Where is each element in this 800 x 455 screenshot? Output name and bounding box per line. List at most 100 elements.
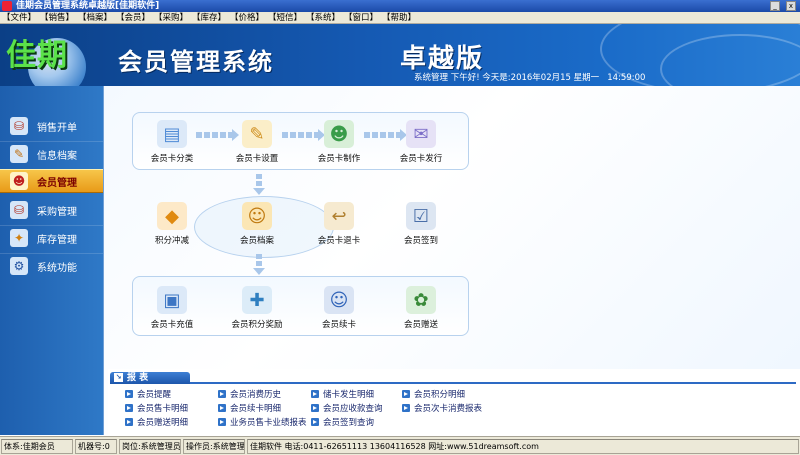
arrow-icon [125,403,133,412]
cart-icon: ⛁ [10,117,28,135]
menu-member[interactable]: 【会员】 [116,13,150,23]
title-bar: 佳期会员管理系统卓越版[佳期软件] _ x [0,0,800,12]
card-issue-icon: ✉ [406,120,436,148]
flow-arrow-down [253,174,265,195]
card-settings-icon: ✎ [242,120,272,148]
report-link[interactable]: 会员消费历史 [218,388,281,400]
tile-card-issue[interactable]: ✉ 会员卡发行 [386,120,456,166]
sidebar-item-member[interactable]: ☻ 会员管理 [0,169,103,193]
menu-inventory[interactable]: 【库存】 [192,13,226,23]
tile-checkin[interactable]: ☑ 会员签到 [386,202,456,248]
tile-label: 积分冲减 [154,236,189,246]
tile-label: 会员续卡 [321,320,356,330]
arrow-icon [125,417,133,426]
reports-title: 报 表 [127,373,149,383]
tile-label: 会员卡发行 [399,154,443,164]
points-reward-icon: ✚ [242,286,272,314]
report-link[interactable]: 会员赠送明细 [125,416,188,428]
arrow-icon [218,389,226,398]
sidebar: ⛁ 销售开单 ✎ 信息档案 ☻ 会员管理 ⛁ 采购管理 ✦ 库存管理 ⚙ 系统功… [0,86,103,435]
card-renew-icon: ☺ [324,286,354,314]
menu-file[interactable]: 【文件】 [2,13,36,23]
tile-label: 会员卡分类 [150,154,194,164]
archive-icon: ✎ [10,145,28,163]
sidebar-item-purchase[interactable]: ⛁ 采购管理 [0,198,103,222]
card-category-icon: ▤ [157,120,187,148]
menu-system[interactable]: 【系统】 [306,13,340,23]
sidebar-item-archive[interactable]: ✎ 信息档案 [0,142,103,166]
tile-points-deduct[interactable]: ◆ 积分冲减 [137,202,207,248]
sidebar-item-label: 信息档案 [37,150,77,162]
edition-label: 卓越版 [400,44,485,74]
tile-points-reward[interactable]: ✚ 会员积分奖励 [222,286,292,332]
reports-header-line [110,372,796,384]
greeting-status: 系统管理 下午好! 今天是:2016年02月15 星期一 14:59:00 [414,73,646,83]
purchase-icon: ⛁ [10,201,28,219]
arrow-icon [125,389,133,398]
menu-sales[interactable]: 【销售】 [40,13,74,23]
sidebar-item-system[interactable]: ⚙ 系统功能 [0,254,103,278]
tile-card-make[interactable]: ☻ 会员卡制作 [304,120,374,166]
flow-arrow-down [253,254,265,275]
tile-label: 会员卡制作 [317,154,361,164]
tile-card-category[interactable]: ▤ 会员卡分类 [137,120,207,166]
arrow-icon [311,403,319,412]
arrow-icon [402,403,410,412]
tile-label: 会员赠送 [403,320,438,330]
tile-label: 会员卡设置 [235,154,279,164]
report-link[interactable]: 会员签到查询 [311,416,374,428]
tile-gift[interactable]: ✿ 会员赠送 [386,286,456,332]
points-deduct-icon: ◆ [157,202,187,230]
menu-bar: 【文件】 【销售】 【档案】 【会员】 【采购】 【库存】 【价格】 【短信】 … [0,12,800,24]
status-machine: 机器号:0 [75,439,117,454]
tile-card-renew[interactable]: ☺ 会员续卡 [304,286,374,332]
arrow-icon [218,417,226,426]
tile-card-settings[interactable]: ✎ 会员卡设置 [222,120,292,166]
card-make-icon: ☻ [324,120,354,148]
report-link[interactable]: 会员次卡消费报表 [402,402,482,414]
tile-member-archive[interactable]: ☺ 会员档案 [222,202,292,248]
report-link[interactable]: 业务员售卡业绩报表 [218,416,307,428]
sidebar-item-label: 系统功能 [37,262,77,274]
menu-price[interactable]: 【价格】 [230,13,264,23]
status-store: 体系:佳期会员 [1,439,73,454]
menu-purchase[interactable]: 【采购】 [154,13,188,23]
status-bar: 体系:佳期会员 机器号:0 岗位:系统管理员 操作员:系统管理 佳期软件 电话:… [0,436,800,455]
sidebar-item-label: 采购管理 [37,206,77,218]
arrow-icon [311,417,319,426]
report-link[interactable]: 会员应收款查询 [311,402,383,414]
report-link[interactable]: 储卡发生明细 [311,388,374,400]
banner: 佳期 会员管理系统 卓越版 系统管理 下午好! 今天是:2016年02月15 星… [0,24,800,86]
report-link[interactable]: 会员提醒 [125,388,171,400]
report-link[interactable]: 会员积分明细 [402,388,465,400]
menu-help[interactable]: 【帮助】 [382,13,416,23]
tile-label: 会员卡退卡 [317,236,361,246]
reports-tab[interactable]: ↘ 报 表 [110,372,190,384]
tile-label: 会员档案 [239,236,274,246]
brand-logo: 佳期 [6,38,68,73]
arrow-icon [218,403,226,412]
tile-card-return[interactable]: ↩ 会员卡退卡 [304,202,374,248]
tile-label: 会员积分奖励 [231,320,283,330]
menu-sms[interactable]: 【短信】 [268,13,302,23]
status-position: 岗位:系统管理员 [119,439,181,454]
tile-card-recharge[interactable]: ▣ 会员卡充值 [137,286,207,332]
report-link[interactable]: 会员售卡明细 [125,402,188,414]
card-return-icon: ↩ [324,202,354,230]
minimize-button[interactable]: _ [770,1,780,11]
app-icon [2,1,12,11]
sidebar-item-inventory[interactable]: ✦ 库存管理 [0,226,103,250]
menu-window[interactable]: 【窗口】 [344,13,378,23]
close-button[interactable]: x [786,1,796,11]
menu-archive[interactable]: 【档案】 [78,13,112,23]
sidebar-item-sales[interactable]: ⛁ 销售开单 [0,114,103,138]
report-link[interactable]: 会员续卡明细 [218,402,281,414]
arrow-icon [311,389,319,398]
sidebar-item-label: 库存管理 [37,234,77,246]
card-recharge-icon: ▣ [157,286,187,314]
member-icon: ☻ [10,172,28,190]
system-icon: ⚙ [10,257,28,275]
sidebar-item-label: 会员管理 [37,177,77,189]
status-operator: 操作员:系统管理 [183,439,245,454]
chevron-down-icon: ↘ [114,373,123,382]
